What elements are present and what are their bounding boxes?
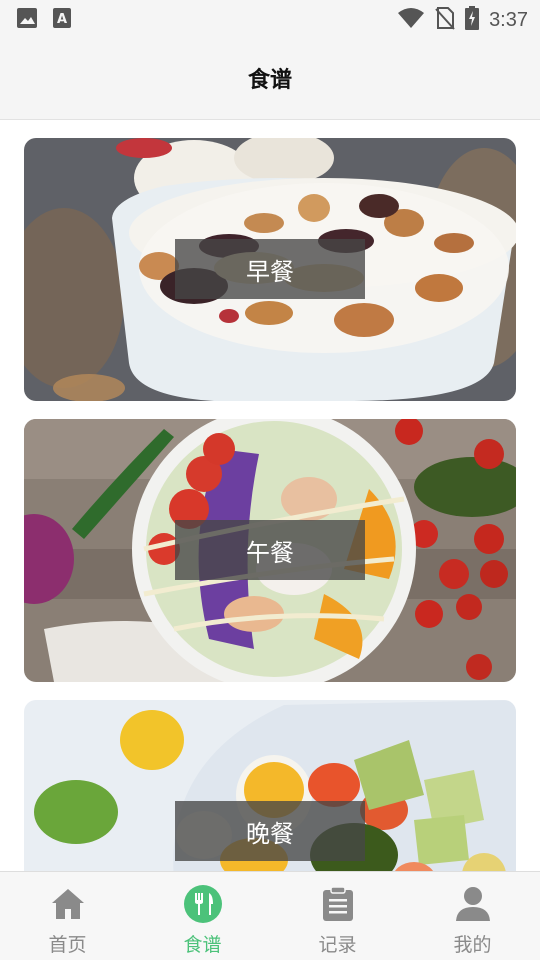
clipboard-icon — [318, 884, 358, 924]
nav-home[interactable]: 首页 — [0, 872, 135, 960]
nav-recipes[interactable]: 食谱 — [135, 872, 270, 960]
utensils-icon — [183, 884, 223, 924]
image-icon — [16, 7, 38, 33]
status-bar: A 3:37 — [0, 0, 540, 36]
dinner-label: 晚餐 — [175, 801, 365, 861]
app-header: 食谱 — [0, 36, 540, 120]
nav-records-label: 记录 — [318, 934, 357, 956]
lunch-card[interactable]: 午餐 — [24, 419, 516, 682]
svg-text:A: A — [57, 12, 67, 27]
bottom-navigation: 首页 食谱 记录 我的 — [0, 871, 540, 960]
text-a-icon: A — [52, 7, 74, 33]
nav-profile-label: 我的 — [453, 934, 492, 956]
nav-home-label: 首页 — [48, 934, 87, 956]
nav-records[interactable]: 记录 — [270, 872, 405, 960]
recipe-list[interactable]: 早餐 午餐 晚餐 — [0, 121, 540, 871]
person-icon — [453, 884, 493, 924]
nav-recipes-label: 食谱 — [183, 934, 222, 956]
wifi-icon — [397, 7, 425, 33]
nav-profile[interactable]: 我的 — [405, 872, 540, 960]
lunch-label: 午餐 — [175, 520, 365, 580]
status-time: 3:37 — [489, 8, 528, 31]
page-title: 食谱 — [247, 68, 292, 93]
breakfast-label: 早餐 — [175, 239, 365, 299]
home-icon — [48, 884, 88, 924]
breakfast-card[interactable]: 早餐 — [24, 138, 516, 401]
no-sim-icon — [435, 6, 455, 34]
battery-charging-icon — [465, 6, 480, 34]
dinner-card[interactable]: 晚餐 — [24, 700, 516, 871]
